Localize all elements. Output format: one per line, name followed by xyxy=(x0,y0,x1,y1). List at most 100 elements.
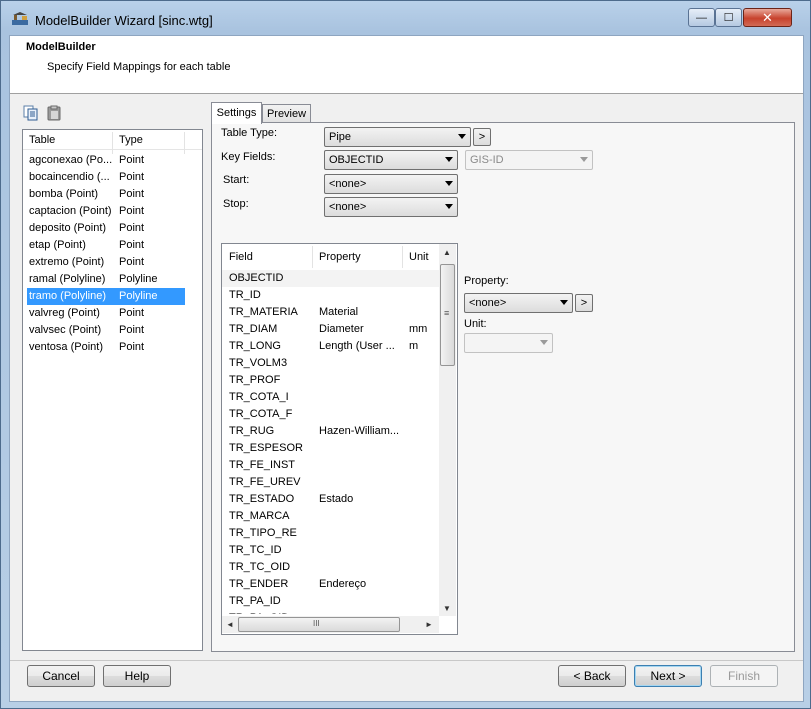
field-grid-row[interactable]: TR_FE_INST xyxy=(222,457,439,474)
field-grid-row[interactable]: TR_ESPESOR xyxy=(222,440,439,457)
field-name: TR_MATERIA xyxy=(229,306,298,318)
tab-preview[interactable]: Preview xyxy=(262,104,311,123)
wizard-window: ModelBuilder Wizard [sinc.wtg] — ☐ ✕ Mod… xyxy=(0,0,811,709)
column-header-table[interactable]: Table xyxy=(29,134,55,146)
table-name: bomba (Point) xyxy=(29,188,99,200)
column-header-type[interactable]: Type xyxy=(119,134,143,146)
help-button[interactable]: Help xyxy=(103,665,171,687)
table-name: agconexao (Po... xyxy=(29,154,113,166)
table-list-item[interactable]: valvreg (Point) Point xyxy=(23,305,202,322)
field-grid-row[interactable]: TR_PROF xyxy=(222,372,439,389)
field-grid-row[interactable]: TR_ENDER Endereço xyxy=(222,576,439,593)
property-more-button[interactable]: > xyxy=(575,294,593,312)
field-grid-row[interactable]: TR_ID xyxy=(222,287,439,304)
field-name: TR_MARCA xyxy=(229,510,290,522)
table-geometry-type: Point xyxy=(119,205,145,217)
cancel-button[interactable]: Cancel xyxy=(27,665,95,687)
scroll-up-icon[interactable]: ▲ xyxy=(443,248,451,257)
vertical-scrollbar[interactable]: ▲ ≡ ▼ xyxy=(439,244,456,616)
copy-icon[interactable] xyxy=(23,105,39,121)
table-list-item[interactable]: tramo (Polyline) Polyline xyxy=(27,288,185,305)
footer-divider xyxy=(10,660,803,661)
field-grid-row[interactable]: TR_TC_ID xyxy=(222,542,439,559)
start-select[interactable]: <none> xyxy=(324,174,458,194)
table-type-select[interactable]: Pipe xyxy=(324,127,471,147)
wizard-header: ModelBuilder Specify Field Mappings for … xyxy=(10,36,803,94)
minimize-button[interactable]: — xyxy=(688,8,715,27)
field-grid-row[interactable]: TR_COTA_I xyxy=(222,389,439,406)
stop-label: Stop: xyxy=(223,198,249,210)
horizontal-scroll-thumb[interactable]: III xyxy=(238,617,400,632)
column-header-unit[interactable]: Unit xyxy=(409,251,429,263)
field-grid-row[interactable]: TR_MARCA xyxy=(222,508,439,525)
scroll-down-icon[interactable]: ▼ xyxy=(443,604,451,613)
key-fields-select[interactable]: OBJECTID xyxy=(324,150,458,170)
table-list-item[interactable]: etap (Point) Point xyxy=(23,237,202,254)
scroll-right-icon[interactable]: ► xyxy=(425,620,433,629)
field-grid-row[interactable]: TR_COTA_F xyxy=(222,406,439,423)
paste-icon[interactable] xyxy=(46,105,62,121)
field-grid-row[interactable]: TR_ESTADO Estado xyxy=(222,491,439,508)
scroll-left-icon[interactable]: ◄ xyxy=(226,620,234,629)
field-grid-row[interactable]: TR_TC_OID xyxy=(222,559,439,576)
field-grid-row[interactable]: OBJECTID xyxy=(222,270,439,287)
property-value: <none> xyxy=(469,297,507,309)
table-type-more-button[interactable]: > xyxy=(473,128,491,146)
property-label: Property: xyxy=(464,275,509,287)
field-grid-row[interactable]: TR_FE_UREV xyxy=(222,474,439,491)
close-icon: ✕ xyxy=(762,9,773,25)
table-list-item[interactable]: extremo (Point) Point xyxy=(23,254,202,271)
column-separator[interactable] xyxy=(402,246,403,268)
table-list[interactable]: Table Type agconexao (Po... Point bocaince… xyxy=(22,129,203,651)
title-bar[interactable]: ModelBuilder Wizard [sinc.wtg] — ☐ ✕ xyxy=(1,1,811,35)
column-header-field[interactable]: Field xyxy=(229,251,253,263)
maximize-button[interactable]: ☐ xyxy=(715,8,742,27)
field-grid-row[interactable]: TR_PA_ID xyxy=(222,593,439,610)
column-separator[interactable] xyxy=(184,132,185,154)
field-grid-row[interactable]: TR_MATERIA Material xyxy=(222,304,439,321)
field-grid-row[interactable]: TR_VOLM3 xyxy=(222,355,439,372)
table-list-item[interactable]: agconexao (Po... Point xyxy=(23,152,202,169)
table-list-item[interactable]: ventosa (Point) Point xyxy=(23,339,202,356)
table-list-item[interactable]: valvsec (Point) Point xyxy=(23,322,202,339)
unit-select xyxy=(464,333,553,353)
table-geometry-type: Point xyxy=(119,256,145,268)
field-grid-row[interactable]: TR_LONG Length (User ... m xyxy=(222,338,439,355)
app-icon xyxy=(12,12,28,25)
field-grid-row[interactable]: TR_RUG Hazen-William... xyxy=(222,423,439,440)
column-header-property[interactable]: Property xyxy=(319,251,361,263)
column-separator[interactable] xyxy=(112,132,113,154)
table-list-item[interactable]: captacion (Point) Point xyxy=(23,203,202,220)
wizard-step-title: ModelBuilder xyxy=(26,41,96,53)
close-button[interactable]: ✕ xyxy=(743,8,792,27)
column-separator[interactable] xyxy=(312,246,313,268)
table-list-item[interactable]: deposito (Point) Point xyxy=(23,220,202,237)
tab-settings[interactable]: Settings xyxy=(211,102,262,124)
table-list-header: Table Type xyxy=(23,130,202,154)
stop-select[interactable]: <none> xyxy=(324,197,458,217)
next-button[interactable]: Next > xyxy=(634,665,702,687)
field-grid-row[interactable]: TR_DIAM Diameter mm xyxy=(222,321,439,338)
table-geometry-type: Point xyxy=(119,188,145,200)
key-fields-secondary-select: GIS-ID xyxy=(465,150,593,170)
wizard-step-subtitle: Specify Field Mappings for each table xyxy=(47,61,231,73)
vertical-scroll-thumb[interactable]: ≡ xyxy=(440,264,455,366)
finish-button-label: Finish xyxy=(727,669,760,683)
field-name: TR_PA_OID xyxy=(229,612,315,614)
horizontal-scrollbar[interactable]: ◄ III ► xyxy=(222,616,439,633)
field-name: TR_RUG xyxy=(229,425,275,437)
table-list-item[interactable]: bomba (Point) Point xyxy=(23,186,202,203)
window-title: ModelBuilder Wizard [sinc.wtg] xyxy=(35,13,213,28)
field-grid-row[interactable]: TR_PA_OID xyxy=(222,610,439,614)
back-button[interactable]: < Back xyxy=(558,665,626,687)
table-list-item[interactable]: ramal (Polyline) Polyline xyxy=(23,271,202,288)
field-mapping-grid[interactable]: Field Property Unit OBJECTID TR_ID TR_MATE… xyxy=(221,243,458,635)
field-name: TR_DIAM xyxy=(229,323,278,335)
field-name: TR_LONG xyxy=(229,340,281,352)
property-select[interactable]: <none> xyxy=(464,293,573,313)
tab-settings-label: Settings xyxy=(216,107,257,119)
table-list-item[interactable]: bocaincendio (... Point xyxy=(23,169,202,186)
field-property: Estado xyxy=(319,493,354,505)
field-grid-row[interactable]: TR_TIPO_RE xyxy=(222,525,439,542)
field-name: TR_COTA_I xyxy=(229,391,289,403)
